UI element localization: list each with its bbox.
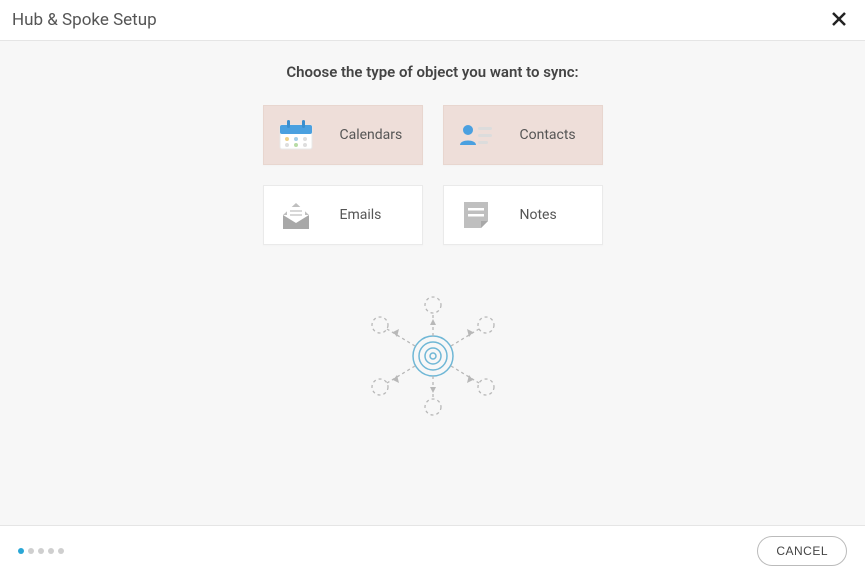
option-calendars[interactable]: Calendars [263, 105, 423, 165]
options-grid: Calendars Contacts [263, 105, 603, 245]
option-contacts[interactable]: Contacts [443, 105, 603, 165]
dialog-title: Hub & Spoke Setup [12, 10, 157, 30]
option-label: Calendars [340, 127, 403, 143]
option-emails[interactable]: Emails [263, 185, 423, 245]
step-dot [58, 548, 64, 554]
step-indicator [18, 548, 64, 554]
close-button[interactable] [829, 8, 849, 32]
close-icon [831, 8, 847, 32]
option-label: Notes [520, 207, 557, 223]
email-icon [276, 197, 316, 233]
step-dot [38, 548, 44, 554]
dialog-body: Choose the type of object you want to sy… [0, 41, 865, 525]
dialog-header: Hub & Spoke Setup [0, 0, 865, 41]
prompt-text: Choose the type of object you want to sy… [286, 63, 578, 81]
calendar-icon [276, 117, 316, 153]
step-dot [18, 548, 24, 554]
dialog-footer: CANCEL [0, 525, 865, 576]
step-dot [28, 548, 34, 554]
option-notes[interactable]: Notes [443, 185, 603, 245]
cancel-button[interactable]: CANCEL [757, 536, 847, 566]
note-icon [456, 197, 496, 233]
step-dot [48, 548, 54, 554]
option-label: Emails [340, 207, 382, 223]
contact-icon [456, 117, 496, 153]
hub-spoke-diagram [353, 291, 513, 425]
option-label: Contacts [520, 127, 576, 143]
